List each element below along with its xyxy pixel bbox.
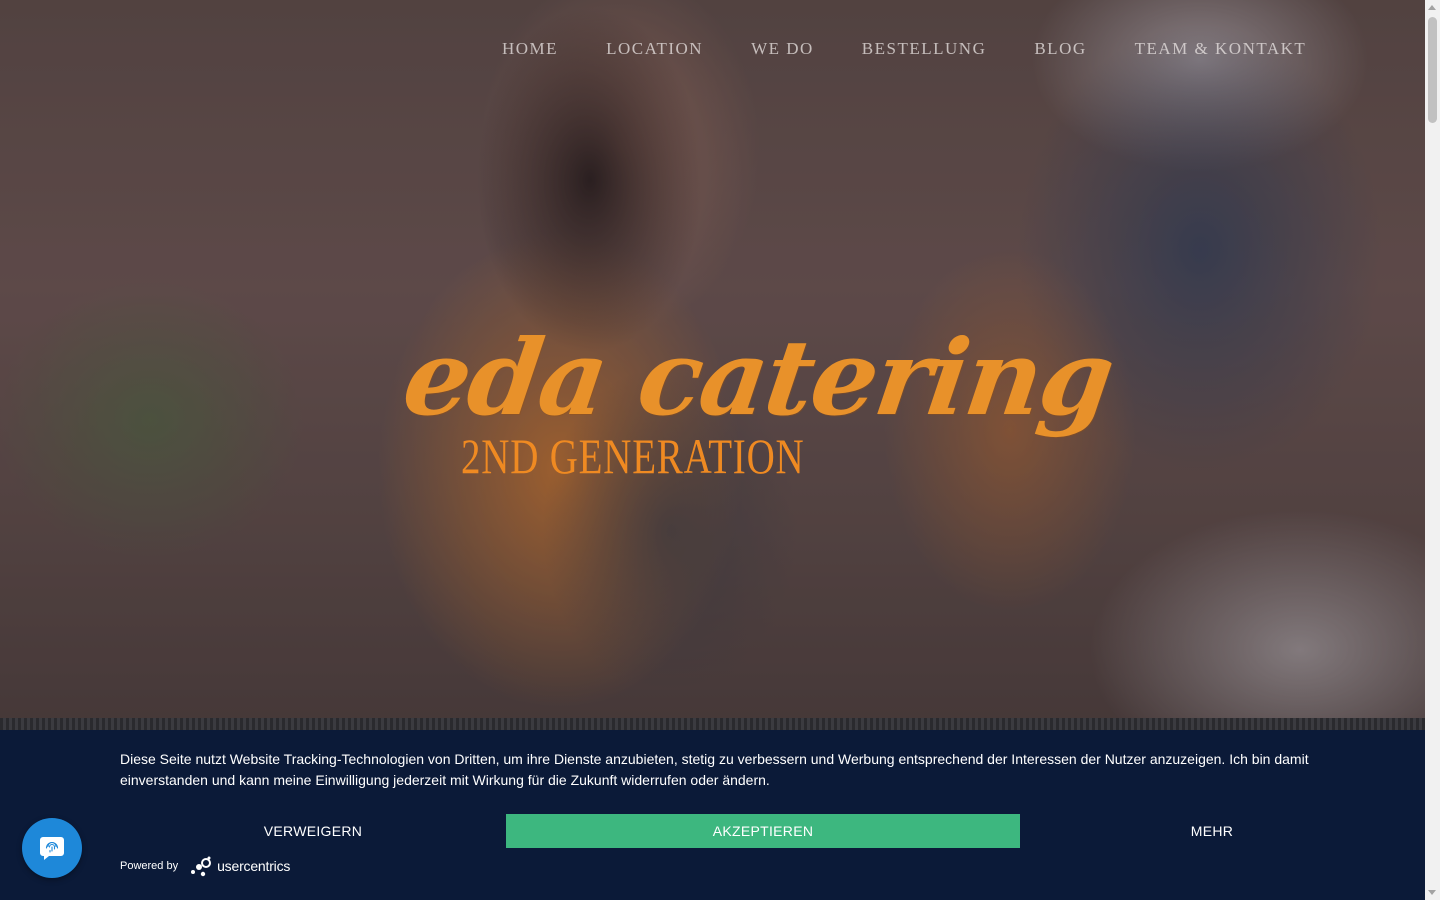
hero-image: HOME LOCATION WE DO BESTELLUNG BLOG TEAM… bbox=[0, 0, 1425, 720]
nav-item-home[interactable]: HOME bbox=[478, 38, 582, 60]
accept-button[interactable]: AKZEPTIEREN bbox=[506, 814, 1020, 848]
powered-by-label: Powered by bbox=[120, 860, 179, 872]
usercentrics-name: usercentrics bbox=[217, 858, 291, 874]
fingerprint-icon bbox=[40, 837, 64, 860]
nav-item-location[interactable]: LOCATION bbox=[582, 38, 727, 60]
logo-title: eda catering bbox=[396, 316, 1120, 439]
more-button[interactable]: MEHR bbox=[1020, 814, 1404, 848]
scroll-up-icon[interactable] bbox=[1428, 5, 1436, 10]
page-scrollbar[interactable] bbox=[1425, 0, 1440, 900]
site-logo: eda catering 2ND GENERATION bbox=[396, 316, 1119, 508]
page: HOME LOCATION WE DO BESTELLUNG BLOG TEAM… bbox=[0, 0, 1440, 900]
powered-by: Powered by usercentrics bbox=[120, 855, 290, 877]
cookie-consent-banner: Diese Seite nutzt Website Tracking-Techn… bbox=[0, 730, 1425, 900]
nav-item-bestellung[interactable]: BESTELLUNG bbox=[838, 38, 1011, 60]
deny-button[interactable]: VERWEIGERN bbox=[120, 814, 506, 848]
nav-item-team-kontakt[interactable]: TEAM & KONTAKT bbox=[1111, 38, 1331, 60]
consent-button-group: VERWEIGERN AKZEPTIEREN MEHR bbox=[120, 814, 1304, 848]
scroll-down-icon[interactable] bbox=[1428, 890, 1436, 895]
nav-item-we-do[interactable]: WE DO bbox=[727, 38, 838, 60]
usercentrics-logo[interactable]: usercentrics bbox=[190, 855, 290, 877]
logo-subtitle: 2ND GENERATION bbox=[461, 428, 805, 484]
privacy-settings-button[interactable] bbox=[22, 818, 82, 878]
nav-item-blog[interactable]: BLOG bbox=[1010, 38, 1110, 60]
scrollbar-thumb[interactable] bbox=[1428, 17, 1437, 123]
main-navigation: HOME LOCATION WE DO BESTELLUNG BLOG TEAM… bbox=[478, 38, 1330, 60]
consent-message: Diese Seite nutzt Website Tracking-Techn… bbox=[120, 751, 1309, 788]
usercentrics-dots-icon bbox=[191, 856, 212, 877]
